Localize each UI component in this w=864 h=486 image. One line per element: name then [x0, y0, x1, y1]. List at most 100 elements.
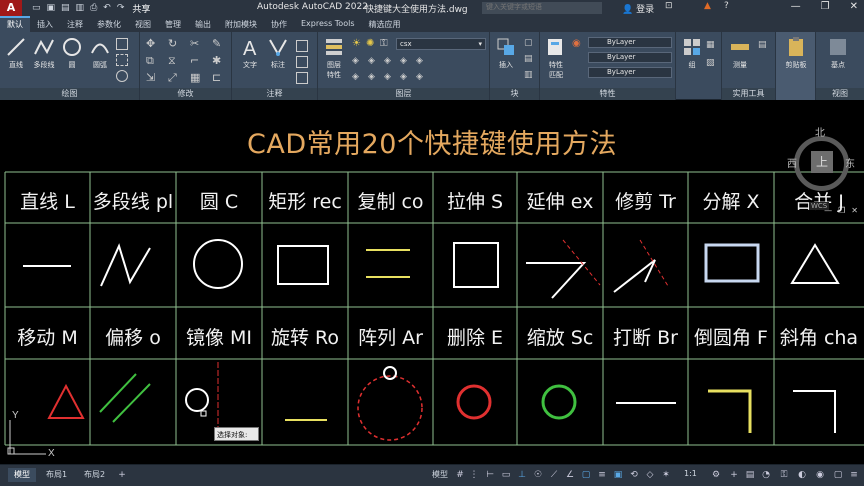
fillet-icon[interactable]: ⌐ — [190, 54, 202, 67]
layout-tab-2[interactable]: 布局2 — [78, 468, 111, 482]
table-icon[interactable] — [296, 56, 308, 68]
tab-collaborate[interactable]: 协作 — [264, 16, 294, 32]
mirror-icon[interactable]: ⧖ — [168, 54, 180, 67]
folder-icon[interactable]: ▣ — [47, 3, 56, 13]
saveas-icon[interactable]: ▥ — [76, 3, 85, 13]
tab-addins[interactable]: 附加模块 — [218, 16, 264, 32]
arc-button[interactable]: 圆弧 — [86, 36, 114, 70]
3d-osnap-icon[interactable]: ◇ — [644, 469, 656, 481]
layer-tool-8-icon[interactable]: ◈ — [384, 72, 396, 84]
customization-icon[interactable]: ≡ — [848, 469, 860, 481]
explode-icon[interactable]: ✱ — [212, 54, 224, 67]
login-button[interactable]: 👤 登录 — [622, 2, 654, 15]
lineweight-icon[interactable]: ≡ — [596, 469, 608, 481]
layer-tool-7-icon[interactable]: ◈ — [368, 72, 380, 84]
polar-icon[interactable]: ☉ — [532, 469, 544, 481]
restore-button[interactable]: ❐ — [821, 1, 830, 12]
layer-tool-1-icon[interactable]: ◈ — [352, 56, 364, 68]
annotation-scale[interactable]: 1:1 — [678, 468, 703, 482]
erase-icon[interactable]: ✎ — [212, 37, 224, 50]
layer-tool-9-icon[interactable]: ◈ — [400, 72, 412, 84]
isodraft-icon[interactable]: ⟋ — [548, 469, 560, 481]
tab-annotate[interactable]: 注释 — [60, 16, 90, 32]
open-icon[interactable]: ▭ — [32, 3, 41, 13]
offset-icon[interactable]: ⊏ — [212, 71, 224, 84]
layer-tool-10-icon[interactable]: ◈ — [416, 72, 428, 84]
lock-ui-icon[interactable]: ⚿ — [778, 469, 790, 481]
settings-icon[interactable]: ⚙ — [710, 469, 722, 481]
linetype-dropdown[interactable]: ByLayer — [588, 52, 672, 63]
model-space-button[interactable]: 模型 — [426, 468, 454, 482]
hatch-icon[interactable] — [116, 54, 128, 66]
layer-tool-3-icon[interactable]: ◈ — [384, 56, 396, 68]
wcs-menu[interactable]: WCS — [809, 202, 830, 210]
annotation-visibility-icon[interactable]: ✶ — [660, 469, 672, 481]
grid-icon[interactable]: # — [454, 469, 466, 481]
clean-screen-icon[interactable]: ▢ — [832, 469, 844, 481]
redo-icon[interactable]: ↷ — [117, 3, 125, 13]
insert-block-button[interactable]: 插入 — [492, 36, 520, 70]
mtext-icon[interactable] — [296, 72, 308, 84]
layout-tab-model[interactable]: 模型 — [8, 468, 36, 482]
rectangle-icon[interactable] — [116, 38, 128, 50]
base-point-button[interactable]: 基点 — [824, 36, 852, 70]
color-dropdown[interactable]: ByLayer — [588, 37, 672, 48]
add-layout-icon[interactable]: + — [116, 469, 128, 481]
ellipse-icon[interactable] — [116, 70, 128, 82]
layer-tool-4-icon[interactable]: ◈ — [400, 56, 412, 68]
lock-icon[interactable]: ⚿ — [380, 38, 392, 50]
close-button[interactable]: ✕ — [850, 1, 858, 12]
view-cube[interactable]: 上 北 西 东 WCS — [787, 124, 859, 210]
share-button[interactable]: 共享 — [132, 2, 150, 15]
undo-icon[interactable]: ↶ — [103, 3, 111, 13]
dynamic-input-icon[interactable]: ▭ — [500, 469, 512, 481]
array-icon[interactable]: ▦ — [190, 71, 202, 84]
tab-manage[interactable]: 管理 — [158, 16, 188, 32]
cart-icon[interactable]: ⊡ — [665, 1, 673, 11]
sun-icon[interactable]: ✺ — [366, 38, 378, 50]
tab-insert[interactable]: 插入 — [30, 16, 60, 32]
print-icon[interactable]: ⎙ — [90, 3, 97, 13]
rotate-icon[interactable]: ↻ — [168, 37, 180, 50]
move-icon[interactable]: ✥ — [146, 37, 158, 50]
view-cube-top-face[interactable]: 上 — [811, 151, 833, 173]
tab-home[interactable]: 默认 — [0, 16, 30, 32]
clipboard-button[interactable]: 剪贴板 — [780, 36, 812, 70]
tab-view[interactable]: 视图 — [128, 16, 158, 32]
line-button[interactable]: 直线 — [2, 36, 30, 70]
save-icon[interactable]: ▤ — [61, 3, 70, 13]
layer-dropdown[interactable]: csx ▾ — [396, 38, 486, 50]
tab-featured-apps[interactable]: 精选应用 — [362, 16, 408, 32]
warning-icon[interactable]: ▲ — [704, 1, 711, 11]
edit-block-icon[interactable]: ▤ — [524, 54, 536, 66]
group-edit-icon[interactable]: ▧ — [706, 58, 718, 70]
copy-icon[interactable]: ⧉ — [146, 54, 158, 67]
autocad-logo-icon[interactable]: A — [0, 0, 22, 16]
match-properties-button[interactable]: 特性 匹配 — [542, 36, 570, 80]
layer-tool-6-icon[interactable]: ◈ — [352, 72, 364, 84]
bulb-icon[interactable]: ☀ — [352, 38, 364, 50]
tab-output[interactable]: 输出 — [188, 16, 218, 32]
plus-icon[interactable]: + — [728, 469, 740, 481]
trim-icon[interactable]: ✂ — [190, 37, 202, 50]
units-icon[interactable]: ▤ — [744, 469, 756, 481]
isolate-objects-icon[interactable]: ◐ — [796, 469, 808, 481]
layer-tool-2-icon[interactable]: ◈ — [368, 56, 380, 68]
lineweight-dropdown[interactable]: ByLayer — [588, 67, 672, 78]
measure-button[interactable]: 测量 — [726, 36, 754, 70]
dimension-button[interactable]: 标注 — [264, 36, 292, 70]
transparency-icon[interactable]: ▣ — [612, 469, 624, 481]
scale-icon[interactable]: ⤢ — [168, 71, 180, 84]
selection-cycling-icon[interactable]: ⟲ — [628, 469, 640, 481]
compass-east[interactable]: 东 — [845, 155, 855, 170]
layer-properties-button[interactable]: 图层 特性 — [320, 36, 348, 80]
circle-button[interactable]: 圆 — [58, 36, 86, 70]
leader-icon[interactable] — [296, 40, 308, 52]
attribute-icon[interactable]: ▥ — [524, 70, 536, 82]
osnap-tracking-icon[interactable]: ∠ — [564, 469, 576, 481]
tab-parametric[interactable]: 参数化 — [90, 16, 128, 32]
hardware-acceleration-icon[interactable]: ◉ — [814, 469, 826, 481]
osnap-icon[interactable]: ▢ — [580, 469, 592, 481]
group-button[interactable]: 组 — [678, 36, 706, 70]
snap-icon[interactable]: ⋮ — [468, 469, 480, 481]
